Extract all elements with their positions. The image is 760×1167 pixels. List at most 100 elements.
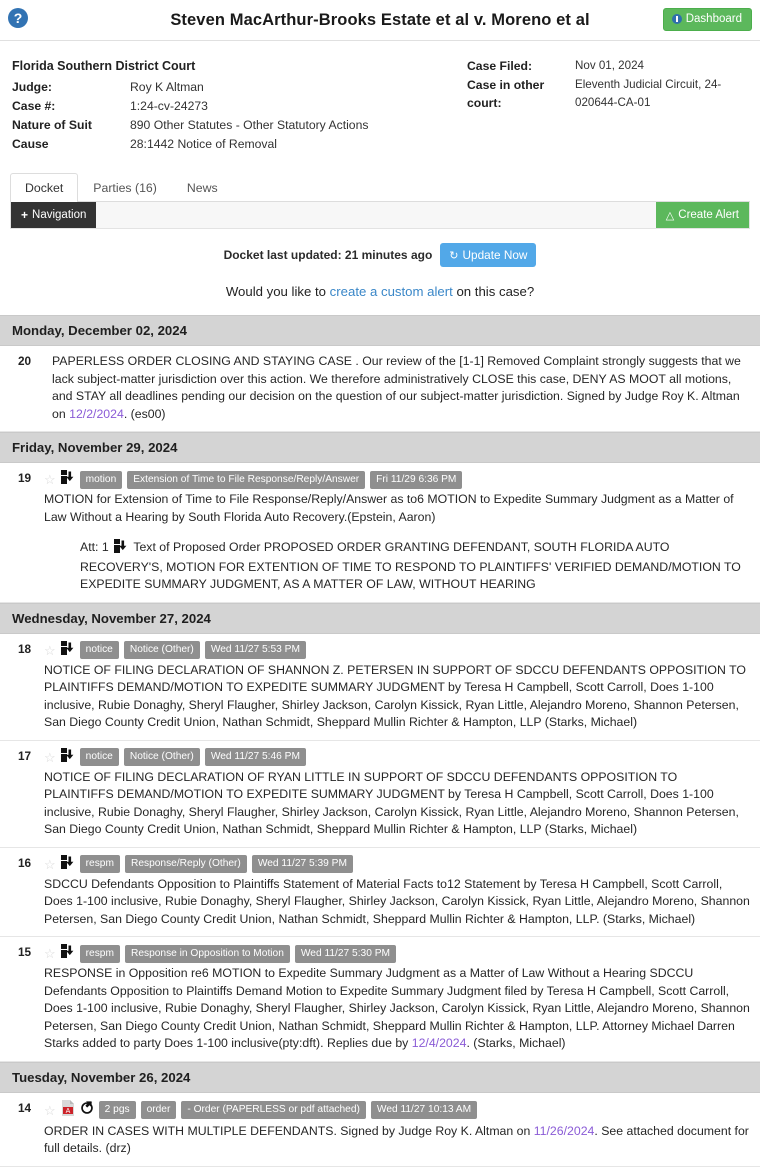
case-meta-row: Nature of Suit 890 Other Statutes - Other… <box>12 116 467 134</box>
plus-icon: + <box>21 208 29 222</box>
docket-entry-timestamp-badge[interactable]: Wed 11/27 5:46 PM <box>204 748 306 766</box>
docket-entry: 15 ☆ respm Response in Opposition to Motion… <box>0 937 760 1062</box>
case-meta-row: Case #: 1:24-cv-24273 <box>12 97 467 115</box>
docket-list: Monday, December 02, 2024 20 PAPERLESS ORD… <box>0 315 760 1167</box>
docket-entry-tag-badge[interactable]: order <box>140 1101 177 1119</box>
docket-entry-timestamp-badge[interactable]: Wed 11/27 10:13 AM <box>370 1101 478 1119</box>
docket-entry-description: SDCCU Defendants Opposition to Plaintiff… <box>44 876 750 926</box>
docket-entry-number[interactable]: 14 <box>10 1100 44 1158</box>
case-meta-value: 890 Other Statutes - Other Statutory Act… <box>130 118 369 132</box>
update-now-button[interactable]: ↻ Update Now <box>440 243 537 267</box>
save-download-icon[interactable] <box>60 747 75 767</box>
docket-entry-number[interactable]: 18 <box>10 641 44 732</box>
docket-date-header: Monday, December 02, 2024 <box>0 315 760 346</box>
docket-entry-tag-badge[interactable]: - Order (PAPERLESS or pdf attached) <box>181 1101 366 1119</box>
docket-entry-badge-row: ☆ respm Response in Opposition to Motion We… <box>44 944 750 963</box>
dashboard-button-label: Dashboard <box>685 13 742 25</box>
case-meta-value: Nov 01, 2024 <box>575 59 644 72</box>
star-icon[interactable]: ☆ <box>44 751 56 764</box>
docket-entry-number[interactable]: 15 <box>10 944 44 1053</box>
docket-entry-body: ☆ notice Notice (Other) Wed 11/27 5:46 PM NO… <box>44 747 750 839</box>
star-icon[interactable]: ☆ <box>44 473 56 486</box>
external-link-icon[interactable] <box>80 1100 94 1120</box>
docket-date-link[interactable]: 11/26/2024 <box>534 1124 595 1138</box>
tab-news[interactable]: News <box>172 173 233 202</box>
docket-entry-tag-badge[interactable]: Response in Opposition to Motion <box>124 944 290 963</box>
custom-alert-suffix: on this case? <box>452 284 535 299</box>
docket-entry-tag-badge[interactable]: Response/Reply (Other) <box>124 855 247 873</box>
save-download-icon[interactable] <box>60 854 75 874</box>
docket-date-link[interactable]: 12/2/2024 <box>69 407 124 421</box>
dashboard-button[interactable]: Dashboard <box>662 8 752 31</box>
docket-entry-tag-badge[interactable]: respm <box>79 944 120 963</box>
court-name: Florida Southern District Court <box>12 59 196 73</box>
docket-entry-tag-badge[interactable]: Notice (Other) <box>123 641 200 659</box>
docket-entry: 17 ☆ notice Notice (Other) Wed 11/27 5:46 PM… <box>0 740 760 848</box>
save-download-icon[interactable] <box>60 640 75 660</box>
docket-entry-description: NOTICE OF FILING DECLARATION OF SHANNON … <box>44 662 746 730</box>
case-meta-value: 1:24-cv-24273 <box>130 99 208 113</box>
docket-entry-tag-badge[interactable]: notice <box>79 641 119 659</box>
save-download-icon[interactable] <box>114 539 128 559</box>
tab-bar: Docket Parties (16) News <box>10 172 750 202</box>
case-meta-label: Case #: <box>12 99 56 113</box>
docket-update-row: Docket last updated: 21 minutes ago ↻ Up… <box>0 243 760 267</box>
docket-entry-body: PAPERLESS ORDER CLOSING AND STAYING CASE… <box>44 353 750 423</box>
custom-alert-prompt: Would you like to create a custom alert … <box>0 284 760 299</box>
case-metadata-right: Case Filed: Nov 01, 2024 Case in other cou… <box>467 57 748 154</box>
case-meta-value: Roy K Altman <box>130 80 204 94</box>
star-icon[interactable]: ☆ <box>44 1104 56 1117</box>
docket-entry-description: NOTICE OF FILING DECLARATION OF RYAN LIT… <box>44 769 739 837</box>
case-meta-value: 28:1442 Notice of Removal <box>130 137 278 151</box>
create-alert-button[interactable]: △ Create Alert <box>655 202 749 228</box>
navigation-button-label: Navigation <box>32 209 87 221</box>
docket-entry-timestamp-badge[interactable]: Fri 11/29 6:36 PM <box>370 470 463 489</box>
star-icon[interactable]: ☆ <box>44 947 56 960</box>
case-meta-row: Case in other court: Eleventh Judicial Ci… <box>467 76 748 112</box>
create-custom-alert-link[interactable]: create a custom alert <box>330 284 453 299</box>
docket-entry-badge-row: ☆ notice Notice (Other) Wed 11/27 5:46 PM <box>44 747 750 767</box>
docket-entry-body: ☆ notice Notice (Other) Wed 11/27 5:53 PM NO… <box>44 640 750 732</box>
star-icon[interactable]: ☆ <box>44 858 56 871</box>
docket-entry-number[interactable]: 17 <box>10 748 44 839</box>
case-meta-row: Cause 28:1442 Notice of Removal <box>12 135 467 153</box>
docket-entry-description: PAPERLESS ORDER CLOSING AND STAYING CASE… <box>52 354 741 421</box>
docket-entry-timestamp-badge[interactable]: Wed 11/27 5:30 PM <box>294 944 396 963</box>
docket-entry-badge-row: ☆ notice Notice (Other) Wed 11/27 5:53 PM <box>44 640 750 660</box>
save-download-icon[interactable] <box>60 944 75 963</box>
page-title: Steven MacArthur-Brooks Estate et al v. … <box>170 10 590 29</box>
docket-entry-tag-badge[interactable]: notice <box>79 748 119 766</box>
refresh-icon: ↻ <box>449 249 459 262</box>
docket-entry-description: ORDER IN CASES WITH MULTIPLE DEFENDANTS.… <box>44 1123 749 1156</box>
top-header-bar: ? Steven MacArthur-Brooks Estate et al v… <box>0 0 760 41</box>
tab-docket[interactable]: Docket <box>10 173 79 202</box>
navigation-button[interactable]: + Navigation <box>11 202 97 228</box>
docket-entry-tag-badge[interactable]: 2 pgs <box>98 1101 136 1119</box>
docket-entry-number[interactable]: 19 <box>10 470 44 594</box>
docket-entry-tag-badge[interactable]: Extension of Time to File Response/Reply… <box>127 470 366 489</box>
docket-last-updated-text: Docket last updated: 21 minutes ago <box>223 248 433 262</box>
docket-entry-number[interactable]: 20 <box>10 353 44 423</box>
docket-entry-number[interactable]: 16 <box>10 855 44 929</box>
tab-parties[interactable]: Parties (16) <box>78 173 172 202</box>
docket-entry-body: ☆ A 2 pgs order - Order (PAPERLESS or pdf at… <box>44 1099 750 1158</box>
docket-date-link[interactable]: 12/4/2024 <box>412 1036 467 1050</box>
star-icon[interactable]: ☆ <box>44 644 56 657</box>
docket-date-header: Tuesday, November 26, 2024 <box>0 1061 760 1093</box>
docket-entry-body: ☆ motion Extension of Time to File Respons… <box>44 470 750 594</box>
case-meta-label: Judge: <box>12 80 52 94</box>
help-icon[interactable]: ? <box>8 8 28 28</box>
docket-entry-description: MOTION for Extension of Time to File Res… <box>44 492 734 524</box>
docket-entry-timestamp-badge[interactable]: Wed 11/27 5:53 PM <box>204 641 306 659</box>
docket-entry-tag-badge[interactable]: Notice (Other) <box>123 748 200 766</box>
docket-entry-timestamp-badge[interactable]: Wed 11/27 5:39 PM <box>251 855 353 873</box>
docket-entry-badge-row: ☆ A 2 pgs order - Order (PAPERLESS or pdf at… <box>44 1099 750 1121</box>
pdf-icon[interactable]: A <box>61 1099 75 1121</box>
docket-entry-body: ☆ respm Response/Reply (Other) Wed 11/27 5:… <box>44 854 750 929</box>
case-meta-label: Case Filed: <box>467 59 533 73</box>
docket-entry-tag-badge[interactable]: respm <box>79 855 120 873</box>
docket-entry: 19 ☆ motion Extension of Time to File Respo… <box>0 463 760 603</box>
save-download-icon[interactable] <box>60 470 75 489</box>
docket-entry-attachment: Att: 1 Text of Proposed Order PROPOSED O… <box>80 539 750 594</box>
docket-entry-tag-badge[interactable]: motion <box>79 470 123 489</box>
